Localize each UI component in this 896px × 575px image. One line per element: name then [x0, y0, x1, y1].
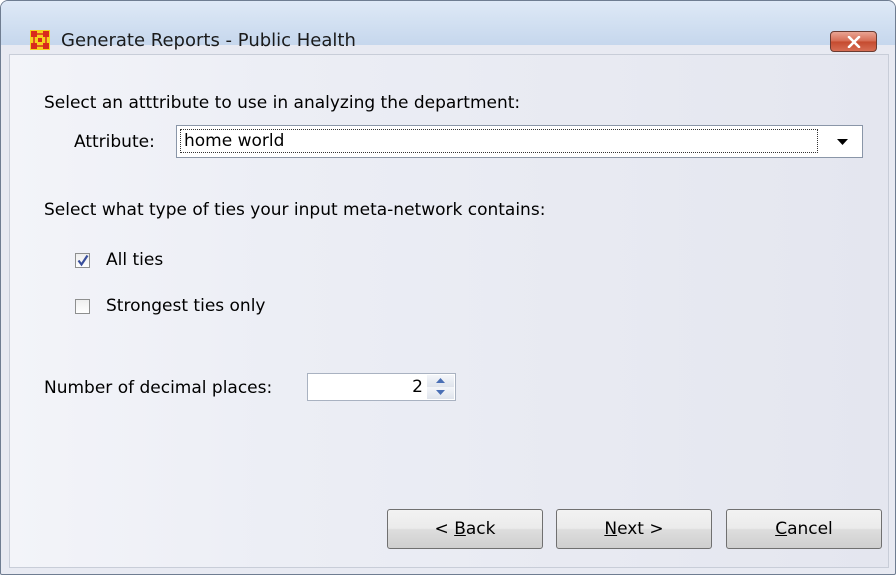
arrow-down-icon: [436, 390, 445, 395]
attribute-combobox[interactable]: home world: [176, 125, 863, 158]
next-button[interactable]: Next >: [556, 509, 712, 549]
next-button-mnemonic: N: [604, 519, 618, 539]
spinner-down-button[interactable]: [427, 387, 454, 399]
strongest-ties-checkbox[interactable]: [75, 299, 90, 314]
ties-prompt: Select what type of ties your input meta…: [44, 200, 546, 220]
all-ties-label[interactable]: All ties: [106, 250, 163, 270]
attribute-prompt: Select an atttribute to use in analyzing…: [44, 93, 521, 113]
close-icon: [847, 36, 861, 48]
window-title: Generate Reports - Public Health: [61, 30, 356, 51]
next-button-rest: ext >: [617, 519, 664, 539]
back-button[interactable]: < Back: [387, 509, 543, 549]
chevron-down-icon: [837, 139, 848, 145]
attribute-dropdown-button[interactable]: [824, 126, 862, 157]
back-button-prefix: <: [434, 519, 455, 539]
spinner-up-button[interactable]: [427, 375, 454, 387]
dialog-window: Generate Reports - Public Health Select …: [0, 0, 896, 575]
network-app-icon: [30, 30, 50, 50]
decimal-places-spinner[interactable]: 2: [307, 373, 456, 401]
strongest-ties-label[interactable]: Strongest ties only: [106, 296, 266, 316]
arrow-up-icon: [436, 378, 445, 383]
spinner-buttons[interactable]: [427, 375, 454, 399]
all-ties-checkbox[interactable]: [75, 253, 90, 268]
attribute-label: Attribute:: [74, 132, 155, 152]
title-bar[interactable]: Generate Reports - Public Health: [1, 1, 895, 52]
decimal-places-label: Number of decimal places:: [44, 378, 273, 398]
cancel-button-rest: ancel: [787, 519, 833, 539]
close-button[interactable]: [830, 31, 877, 52]
cancel-button-mnemonic: C: [775, 519, 788, 539]
decimal-places-value[interactable]: 2: [412, 377, 423, 397]
back-button-mnemonic: B: [454, 519, 466, 539]
attribute-selected-value: home world: [180, 129, 818, 153]
back-button-rest: ack: [465, 519, 496, 539]
cancel-button[interactable]: Cancel: [726, 509, 882, 549]
checkmark-icon: [77, 254, 89, 267]
